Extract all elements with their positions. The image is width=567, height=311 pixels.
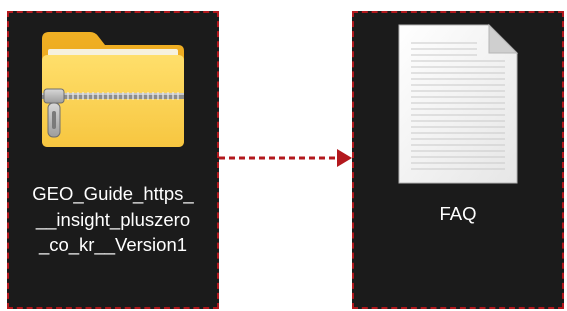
source-file-name: GEO_Guide_https___insight_pluszero_co_kr… [32, 183, 194, 255]
arrowhead-icon [337, 149, 352, 167]
target-file-tile[interactable]: FAQ [352, 11, 564, 309]
document-icon [398, 23, 519, 184]
target-file-name: FAQ [439, 203, 477, 224]
zip-folder-icon [42, 32, 184, 147]
dashed-arrow-connector [219, 149, 352, 167]
source-file-tile[interactable]: GEO_Guide_https___insight_pluszero_co_kr… [7, 11, 219, 309]
